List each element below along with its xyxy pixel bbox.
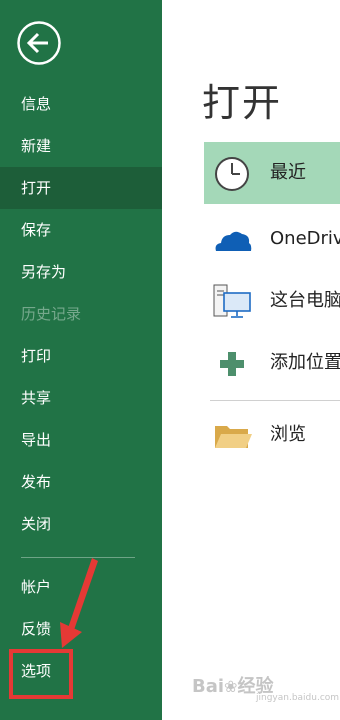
onedrive-cloud-icon (215, 231, 252, 251)
nav-item-print[interactable]: 打印 (0, 335, 162, 377)
nav-item-export[interactable]: 导出 (0, 419, 162, 461)
location-label: 这台电脑 (270, 290, 340, 311)
paw-icon: ❀ (224, 677, 238, 696)
watermark-sub: jingyan.baidu.com (256, 693, 340, 703)
location-label: OneDrive (270, 228, 340, 249)
nav-item-save[interactable]: 保存 (0, 209, 162, 251)
baidu-jingyan-watermark: Bai❀经验 jingyan.baidu.com (192, 672, 339, 703)
location-add-place[interactable]: 添加位置 (204, 332, 340, 394)
location-onedrive[interactable]: OneDrive (204, 208, 340, 270)
location-label: 最近 (270, 162, 306, 183)
back-arrow-circle-icon[interactable] (16, 20, 62, 66)
watermark-text: Bai (192, 676, 225, 697)
backstage-sidebar: 信息 新建 打开 保存 另存为 历史记录 打印 共享 导出 发布 关闭 帐户 反… (0, 0, 162, 720)
location-label: 浏览 (270, 424, 306, 445)
nav-item-close[interactable]: 关闭 (0, 503, 162, 545)
nav-item-history: 历史记录 (21, 305, 82, 323)
location-label: 添加位置 (270, 352, 340, 373)
page-title: 打开 (202, 81, 283, 125)
nav-item-open[interactable]: 打开 (0, 167, 162, 209)
red-arrow-icon (60, 558, 98, 648)
location-recent[interactable]: 最近 (204, 142, 340, 204)
clock-icon (215, 157, 249, 191)
nav-item-new[interactable]: 新建 (0, 125, 162, 167)
options-highlight-box (9, 649, 73, 699)
location-this-pc[interactable]: 这台电脑 (204, 270, 340, 332)
nav-item-publish[interactable]: 发布 (0, 461, 162, 503)
locations-divider (210, 400, 340, 401)
nav-item-save-as[interactable]: 另存为 (0, 251, 162, 293)
add-place-icon (220, 352, 244, 376)
open-pane: 打开 最近 OneDrive 这台电脑 添加位置 (162, 0, 340, 720)
nav-item-info[interactable]: 信息 (0, 83, 162, 125)
location-browse[interactable]: 浏览 (204, 404, 340, 466)
this-pc-icon (213, 284, 251, 318)
folder-icon (215, 426, 252, 448)
nav-item-share[interactable]: 共享 (0, 377, 162, 419)
